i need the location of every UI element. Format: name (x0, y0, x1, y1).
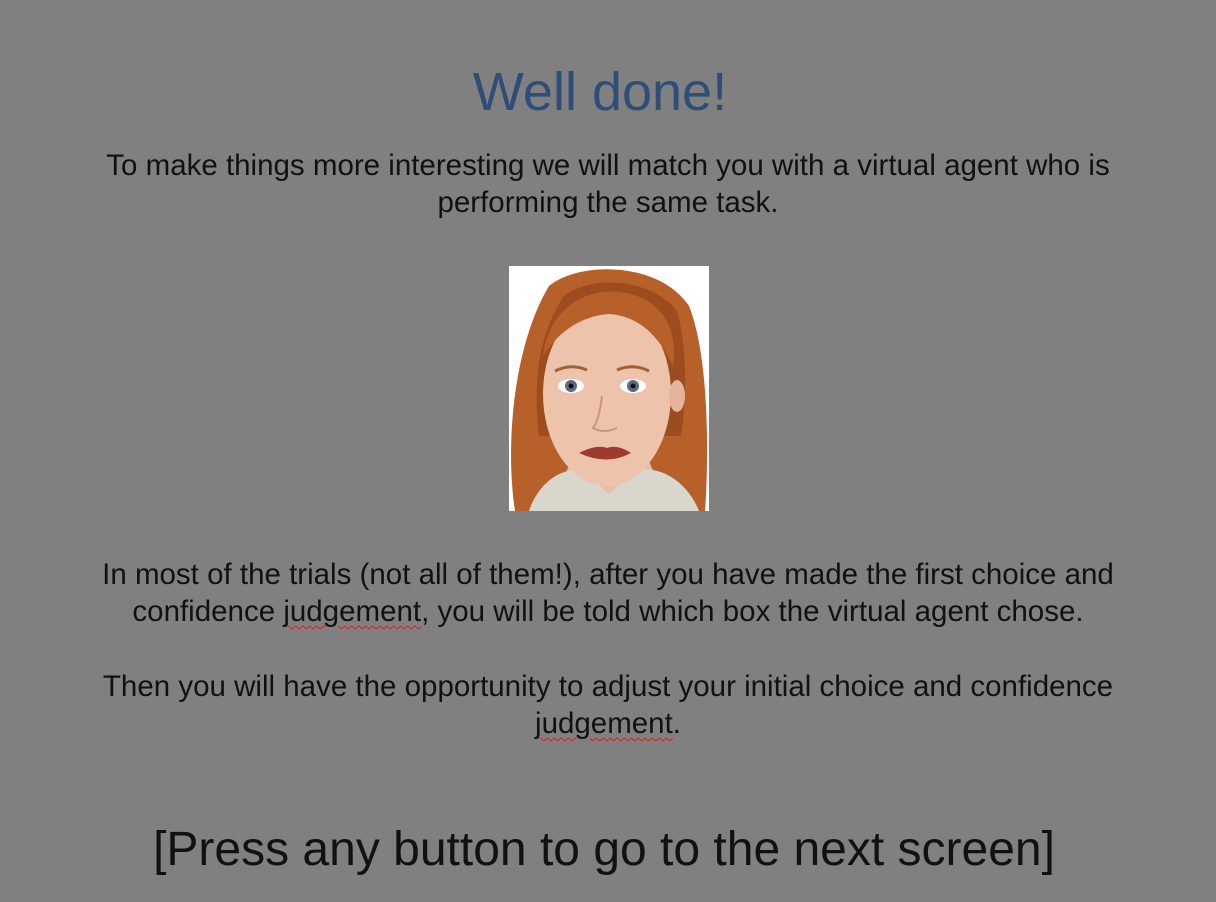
agent-face-illustration (509, 266, 709, 511)
adjust-line-1: Then you will have the opportunity to ad… (102, 670, 1114, 703)
intro-line-2: performing the same task. (437, 186, 779, 219)
info-line-2-end: , you will be told which box the virtual… (421, 595, 1084, 628)
adjust-text: Then you will have the opportunity to ad… (60, 668, 1156, 742)
instruction-screen[interactable]: Well done! To make things more interesti… (0, 0, 1216, 902)
spellcheck-word: judgement (535, 707, 673, 740)
intro-text: To make things more interesting we will … (60, 147, 1156, 221)
continue-prompt[interactable]: [Press any button to go to the next scre… (0, 820, 1208, 880)
agent-face-image (509, 266, 709, 511)
info-text: In most of the trials (not all of them!)… (60, 556, 1156, 630)
page-title: Well done! (472, 62, 728, 122)
info-line-1: In most of the trials (not all of them!)… (102, 558, 1114, 591)
spellcheck-word: judgement (283, 595, 422, 628)
info-line-2-start: confidence (132, 595, 284, 628)
intro-line-1: To make things more interesting we will … (106, 149, 1110, 182)
adjust-line-2-end: . (672, 707, 681, 740)
